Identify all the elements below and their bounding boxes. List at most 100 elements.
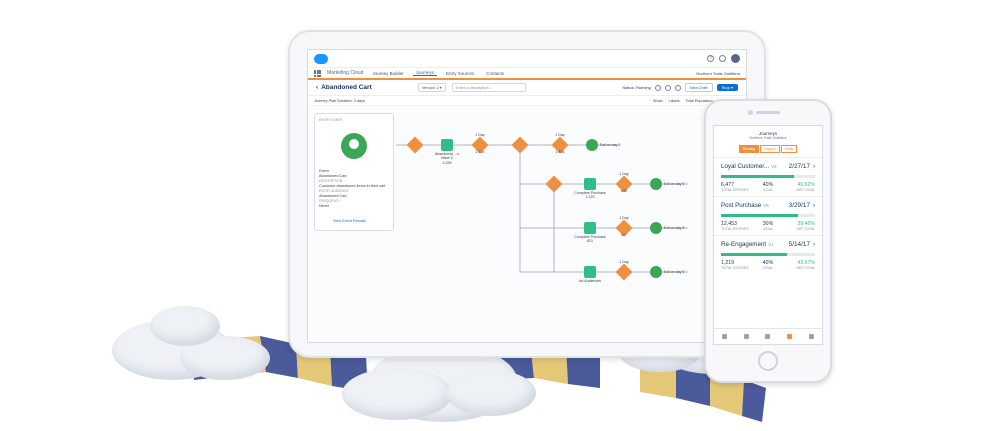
branch-exit-node-1[interactable]: [650, 178, 662, 190]
population-toggle[interactable]: Total Population: [686, 99, 713, 103]
gear-icon[interactable]: [719, 55, 726, 62]
plan-label: Journey Plan Duration: 3 days: [314, 99, 365, 103]
avatar[interactable]: [731, 54, 740, 63]
progress-bar: [721, 214, 815, 217]
wait-node-label[interactable]: 1 Day: [475, 133, 485, 137]
email-activity-node[interactable]: [441, 139, 453, 151]
journey-card-version: V2: [771, 164, 777, 169]
plan-bar: Journey Plan Duration: 3 days Show Label…: [308, 96, 746, 106]
population-count-3[interactable]: 1,456: [556, 150, 565, 154]
branch-activity-node-1[interactable]: [584, 178, 596, 190]
description-input[interactable]: Enter a description...: [451, 83, 526, 92]
branch-wait-label-1[interactable]: 1 Day: [619, 172, 629, 176]
phone-journey-card[interactable]: Post Purchase V5 3/29/17 › 12,453 30% 39.46% TO…: [714, 196, 822, 235]
show-label: Show: [652, 98, 663, 103]
phone-tabs: Running Stopped Drafts: [714, 145, 822, 153]
phone-tab-stopped[interactable]: Stopped: [759, 145, 780, 153]
phone-tab-running[interactable]: Running: [738, 145, 759, 153]
progress-bar: [721, 253, 815, 256]
share-icon[interactable]: [674, 84, 681, 91]
branch-wait-label-3[interactable]: 1 Day: [619, 260, 629, 264]
journey-flow-diagram: Abandoned ...kValue C1 Day 1 DayExit on d…: [396, 133, 688, 283]
population-count-5[interactable]: 843: [621, 189, 627, 193]
phone-tab-drafts[interactable]: Drafts: [780, 145, 798, 153]
phone-journey-card[interactable]: Loyal Customer... V2 2/27/17 › 6,477 40% 49.62…: [714, 157, 822, 196]
status-text: Status: Running: [622, 85, 651, 90]
journey-canvas[interactable]: ENTRY EVENT Event Abandoned Cart DESCRIP…: [308, 107, 746, 342]
phone-tab-bar: [714, 328, 822, 344]
salesforce-logo-icon: [314, 53, 328, 64]
exit-node-label[interactable]: Exit on day 5: [600, 143, 621, 147]
app-name: Marketing Cloud: [327, 70, 364, 76]
laptop-frame: ? Marketing Cloud Journey Builder Journe…: [288, 30, 766, 358]
bell-icon[interactable]: [765, 334, 771, 339]
tab-entry-sources[interactable]: Entry Sources: [443, 71, 477, 76]
branch-activity-node-3[interactable]: [584, 266, 596, 278]
home-icon[interactable]: [722, 334, 728, 339]
journey-card-name: Loyal Customer...: [721, 163, 770, 170]
population-count-1[interactable]: 3,259: [443, 161, 452, 165]
goal-label: GOAL: [762, 266, 773, 270]
cloud-center-2: [342, 368, 452, 420]
email-node-sublabel[interactable]: Value C: [441, 156, 454, 160]
journey-card-date: 2/27/17: [788, 163, 810, 170]
version-label: Version 1: [421, 85, 439, 90]
journey-card-date: 5/14/17: [788, 241, 810, 248]
branch-exit-label-2[interactable]: Exit on day 5: [664, 226, 685, 230]
journey-name: Abandoned Cart: [321, 84, 372, 91]
branch-activity-node-2[interactable]: [584, 222, 596, 234]
population-count-4[interactable]: 1,223: [586, 195, 595, 199]
goal-label: GOAL: [762, 227, 773, 231]
journeys-icon[interactable]: [787, 334, 793, 339]
branch-exit-label-1[interactable]: Exit on day 5: [664, 182, 685, 186]
exit-node[interactable]: [586, 139, 598, 151]
met-goal-label: MET GOAL: [796, 188, 815, 192]
list-icon[interactable]: [743, 334, 749, 339]
cloud-center-3: [446, 370, 536, 416]
settings-icon[interactable]: [664, 84, 671, 91]
phone-home-button[interactable]: [758, 351, 778, 371]
stop-button[interactable]: Stop ▾: [716, 84, 738, 91]
branch-wait-node-3[interactable]: [615, 263, 633, 281]
journey-card-name: Post Purchase: [721, 202, 762, 209]
progress-bar: [721, 175, 815, 178]
phone-journey-list: Loyal Customer... V2 2/27/17 › 6,477 40% 49.62…: [714, 157, 822, 274]
progress-fill: [721, 214, 799, 217]
stop-label: Stop: [721, 85, 730, 90]
wait-node-label-2[interactable]: 1 Day: [555, 133, 565, 137]
app-nav: Marketing Cloud Journey Builder Journeys…: [308, 68, 746, 80]
branch-exit-node-3[interactable]: [650, 266, 662, 278]
branch-exit-node-2[interactable]: [650, 222, 662, 234]
app-launcher-icon[interactable]: [314, 69, 321, 77]
help-icon[interactable]: ?: [707, 55, 714, 62]
population-count-7[interactable]: 417: [621, 233, 627, 237]
ribbon-stripe: [742, 380, 766, 422]
branch-wait-label-2[interactable]: 1 Day: [619, 216, 629, 220]
phone-speaker: [756, 111, 780, 114]
wifi-icon[interactable]: [654, 84, 661, 91]
total-entries-label: TOTAL ENTRIES: [721, 227, 749, 231]
journey-card-date: 3/29/17: [788, 202, 810, 209]
phone-journey-card[interactable]: Re-Engagement V1 5/14/17 › 1,219 40% 43.67% TOT…: [714, 235, 822, 274]
labels-toggle[interactable]: Labels: [668, 99, 679, 103]
branch-exit-label-3[interactable]: Exit on day 5: [664, 270, 685, 274]
tab-contacts[interactable]: Contacts: [483, 71, 507, 76]
more-icon[interactable]: [808, 334, 814, 339]
decision-split-node[interactable]: [406, 136, 424, 154]
met-goal-label: MET GOAL: [796, 227, 815, 231]
tab-journeys[interactable]: Journeys: [412, 70, 437, 76]
org-name: Northern Trails Outfitters: [696, 70, 740, 76]
phone-camera: [748, 110, 753, 115]
tab-journey-builder[interactable]: Journey Builder: [369, 71, 406, 76]
phone-screen: Journeys Northern Trails Outfitters Runn…: [713, 125, 823, 345]
journey-card-name: Re-Engagement: [721, 241, 767, 248]
goal-label: GOAL: [762, 188, 773, 192]
page-title: ‹ Abandoned Cart: [316, 84, 372, 91]
version-select[interactable]: Version 1 ▾: [417, 83, 446, 92]
new-draft-button[interactable]: New Draft: [684, 83, 713, 92]
population-count-6[interactable]: 621: [587, 239, 593, 243]
phone-frame: Journeys Northern Trails Outfitters Runn…: [704, 99, 832, 383]
back-chevron-icon[interactable]: ‹: [316, 84, 318, 91]
population-count-2[interactable]: 2,124: [476, 150, 485, 154]
branch-activity-label-3[interactable]: Ad Audiences: [579, 279, 601, 283]
